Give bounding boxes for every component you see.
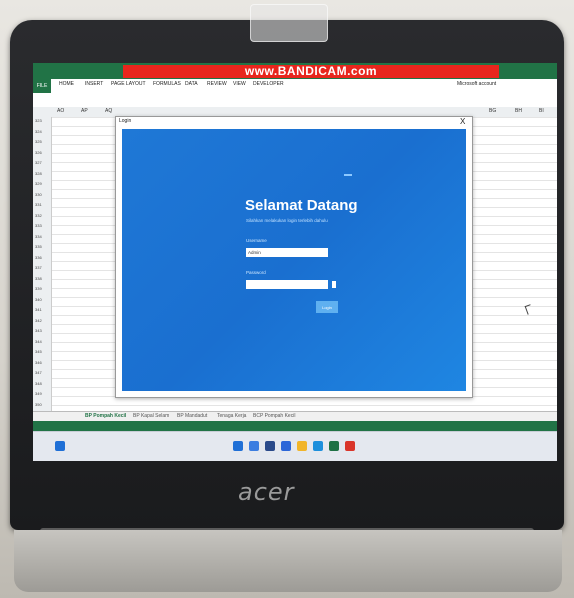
sheet-tab[interactable]: Tenaga Kerja [217, 413, 246, 419]
row-number[interactable]: 343 [35, 328, 42, 333]
row-number[interactable]: 333 [35, 223, 42, 228]
decoration [344, 174, 352, 176]
start-icon[interactable] [233, 441, 243, 451]
bandicam-banner: www.BANDICAM.com [123, 65, 499, 78]
tab-file[interactable]: FILE [33, 79, 51, 93]
login-window-title: Login [119, 118, 132, 124]
row-number[interactable]: 327 [35, 160, 42, 165]
row-number[interactable]: 330 [35, 192, 42, 197]
row-number[interactable]: 345 [35, 349, 42, 354]
row-number[interactable]: 323 [35, 118, 42, 123]
sheet-tab[interactable]: BP Kapal Selam [133, 413, 169, 419]
col-ap[interactable]: AP [81, 108, 88, 114]
tab-view[interactable]: VIEW [233, 81, 246, 87]
tab-insert[interactable]: INSERT [85, 81, 103, 87]
password-input[interactable] [246, 280, 328, 289]
close-icon[interactable]: X [460, 117, 465, 126]
account-link[interactable]: Microsoft account [457, 81, 496, 87]
start-icon[interactable] [55, 441, 65, 451]
password-toggle-icon[interactable] [332, 281, 336, 288]
row-number[interactable]: 346 [35, 360, 42, 365]
password-label: Password [246, 270, 266, 275]
sheet-tab[interactable]: BCP Pompah Kecil [253, 413, 295, 419]
row-number[interactable]: 342 [35, 318, 42, 323]
row-number[interactable]: 336 [35, 255, 42, 260]
login-panel: Selamat Datang Silahkan melakukan login … [122, 129, 466, 391]
row-number[interactable]: 350 [35, 402, 42, 407]
formula-bar[interactable] [33, 93, 557, 108]
username-label: Username [246, 238, 267, 243]
chrome-icon[interactable] [345, 441, 355, 451]
tab-review[interactable]: REVIEW [207, 81, 227, 87]
row-number[interactable]: 331 [35, 202, 42, 207]
row-number[interactable]: 337 [35, 265, 42, 270]
row-number[interactable]: 332 [35, 213, 42, 218]
row-number[interactable]: 328 [35, 171, 42, 176]
tab-page-layout[interactable]: PAGE LAYOUT [111, 81, 146, 87]
row-number[interactable]: 339 [35, 286, 42, 291]
login-button[interactable]: Login [316, 301, 338, 313]
status-bar [33, 421, 557, 431]
login-window: Login X Selamat Datang Silahkan melakuka… [115, 116, 473, 398]
laptop-base [14, 530, 562, 592]
row-number[interactable]: 325 [35, 139, 42, 144]
tab-formulas[interactable]: FORMULAS [153, 81, 181, 87]
row-number[interactable]: 329 [35, 181, 42, 186]
windows-taskbar [33, 431, 557, 461]
acer-logo: acer [238, 478, 295, 506]
taskview-icon[interactable] [265, 441, 275, 451]
sheet-tab[interactable]: BP Mandadut [177, 413, 207, 419]
row-number[interactable]: 338 [35, 276, 42, 281]
row-number[interactable]: 326 [35, 150, 42, 155]
laptop-screen: www.BANDICAM.com HOME INSERT PAGE LAYOUT… [33, 63, 557, 461]
row-number[interactable]: 334 [35, 234, 42, 239]
row-number[interactable]: 340 [35, 297, 42, 302]
row-number[interactable]: 348 [35, 381, 42, 386]
row-number[interactable]: 341 [35, 307, 42, 312]
explorer-icon[interactable] [297, 441, 307, 451]
webcam-clip [250, 4, 328, 42]
col-bi[interactable]: BI [539, 108, 544, 114]
login-subtitle: Silahkan melakukan login terlebih dahulu [246, 218, 328, 223]
col-ao[interactable]: AO [57, 108, 64, 114]
tab-data[interactable]: DATA [185, 81, 198, 87]
sheet-tab[interactable]: BP Pompah Kecil [85, 413, 126, 419]
col-bh[interactable]: BH [515, 108, 522, 114]
col-bg[interactable]: BG [489, 108, 496, 114]
bandicam-watermark: www.BANDICAM.com [244, 64, 378, 78]
row-number[interactable]: 344 [35, 339, 42, 344]
row-number[interactable]: 347 [35, 370, 42, 375]
widgets-icon[interactable] [281, 441, 291, 451]
row-number[interactable]: 335 [35, 244, 42, 249]
row-number[interactable]: 349 [35, 391, 42, 396]
row-header: 323 324 325 326 327 328 329 330 331 332 333 334 335 3… [33, 117, 52, 411]
welcome-heading: Selamat Datang [245, 197, 358, 214]
tab-developer[interactable]: DEVELOPER [253, 81, 284, 87]
username-input[interactable] [246, 248, 328, 257]
edge-icon[interactable] [313, 441, 323, 451]
tab-home[interactable]: HOME [59, 81, 74, 87]
search-icon[interactable] [249, 441, 259, 451]
excel-icon[interactable] [329, 441, 339, 451]
col-aq[interactable]: AQ [105, 108, 112, 114]
row-number[interactable]: 324 [35, 129, 42, 134]
